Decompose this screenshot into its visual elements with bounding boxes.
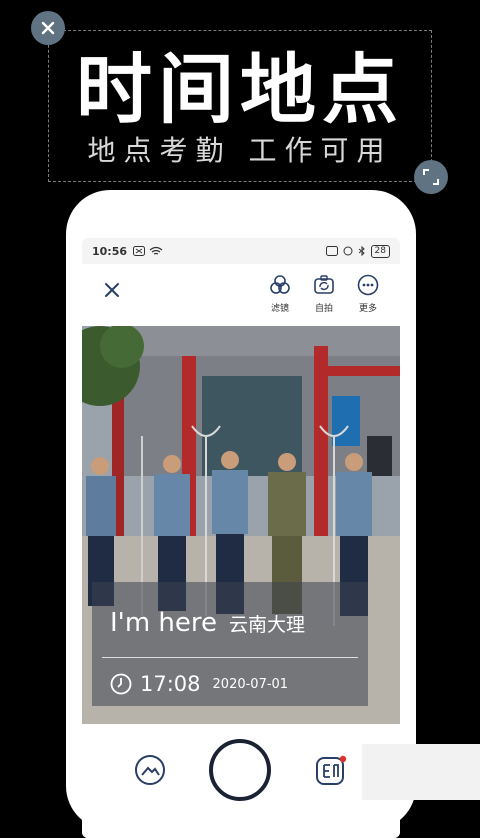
shutter-icon <box>209 739 271 801</box>
wifi-icon <box>149 246 163 255</box>
promo-title: 时间地点 <box>76 45 404 134</box>
selfie-button[interactable]: 自拍 <box>304 274 344 314</box>
clock-icon <box>110 673 132 695</box>
camera-preview[interactable]: I'm here 云南大理 17:08 2020-07-01 <box>82 326 400 724</box>
selfie-label: 自拍 <box>314 304 333 314</box>
more-button[interactable]: 更多 <box>348 274 388 314</box>
stamp-divider <box>102 657 358 658</box>
stamp-time: 17:08 <box>140 672 201 696</box>
alarm-icon <box>343 246 353 256</box>
shutter-button[interactable] <box>208 738 272 806</box>
filter-label: 滤镜 <box>270 304 289 314</box>
notification-icon <box>133 246 146 256</box>
more-icon <box>357 274 379 296</box>
location-stamp-card: I'm here 云南大理 17:08 2020-07-01 <box>92 582 368 706</box>
stamp-heading-row: I'm here 云南大理 <box>110 608 305 638</box>
close-badge-button[interactable] <box>31 11 65 45</box>
selfie-rotate-icon <box>314 275 334 294</box>
stamp-button[interactable] <box>314 754 348 792</box>
watermark-patch <box>362 744 480 800</box>
bluetooth-icon <box>358 246 365 256</box>
promo-subtitle: 地点考勤 工作可用 <box>87 134 393 167</box>
filter-icon <box>270 275 290 294</box>
gallery-icon <box>135 755 165 785</box>
stamp-icon <box>316 755 347 785</box>
close-icon <box>41 21 55 35</box>
phone-screen: 10:56 28 滤镜 自拍 更多 I'm here 云南大理 17:08 20… <box>82 238 400 838</box>
battery-indicator: 28 <box>370 244 390 258</box>
status-time: 10:56 <box>92 244 128 258</box>
status-right: 28 <box>325 244 390 258</box>
more-label: 更多 <box>358 304 377 314</box>
stamp-location: 云南大理 <box>229 614 306 636</box>
close-camera-button[interactable] <box>104 282 120 302</box>
stamp-heading: I'm here <box>110 608 217 638</box>
camera-controls <box>82 724 400 838</box>
close-icon <box>105 283 119 297</box>
stamp-date: 2020-07-01 <box>212 676 289 692</box>
gallery-button[interactable] <box>134 754 166 790</box>
camera-toolbar: 滤镜 自拍 更多 <box>82 264 400 326</box>
stamp-time-row: 17:08 2020-07-01 <box>110 672 288 696</box>
status-bar: 10:56 28 <box>82 238 400 264</box>
filter-button[interactable]: 滤镜 <box>260 274 300 314</box>
resize-icon <box>423 169 439 185</box>
hd-icon <box>325 246 338 256</box>
